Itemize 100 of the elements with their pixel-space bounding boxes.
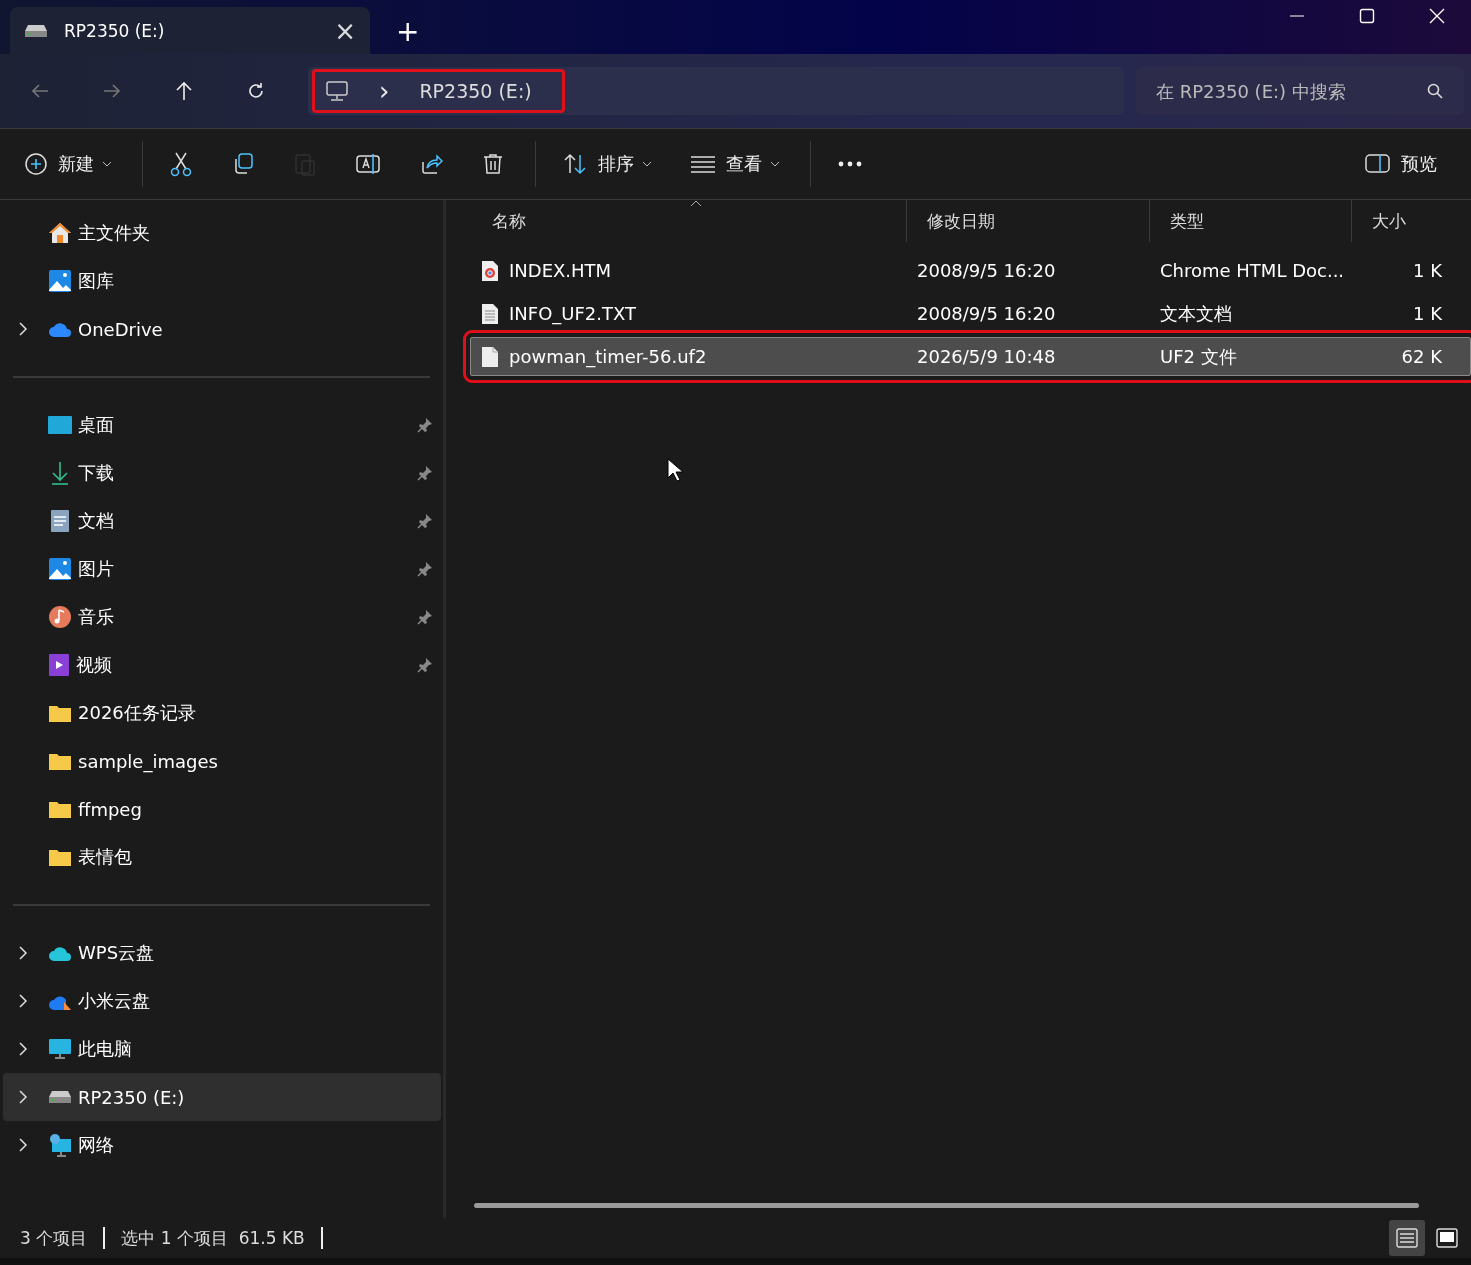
column-header[interactable]: 类型: [1150, 200, 1352, 242]
preview-pane-icon: [1436, 1228, 1458, 1248]
pin-icon[interactable]: [417, 657, 433, 673]
plus-circle-icon: [24, 152, 48, 176]
sidebar-label: 主文件夹: [78, 221, 151, 245]
chevron-icon[interactable]: [18, 1138, 28, 1152]
sidebar-item[interactable]: 此电脑: [3, 1025, 441, 1073]
column-header[interactable]: 大小: [1352, 200, 1471, 242]
sidebar-item[interactable]: 2026任务记录: [3, 689, 441, 737]
desktop-icon: [48, 415, 72, 435]
pin-icon[interactable]: [417, 465, 433, 481]
chevron-icon[interactable]: [18, 322, 28, 336]
sidebar-item[interactable]: 桌面: [3, 401, 441, 449]
sidebar-item[interactable]: 视频: [3, 641, 441, 689]
close-icon[interactable]: [1429, 8, 1445, 24]
column-header[interactable]: 名称: [472, 200, 907, 242]
sidebar-item[interactable]: 网络: [3, 1121, 441, 1169]
new-tab-button[interactable]: +: [396, 18, 420, 46]
pin-icon[interactable]: [417, 609, 433, 625]
cut-icon: [169, 151, 193, 177]
file-type: UF2 文件: [1160, 344, 1237, 369]
sidebar-label: 网络: [78, 1133, 115, 1157]
sidebar-item[interactable]: 文档: [3, 497, 441, 545]
sidebar-item[interactable]: WPS云盘: [3, 929, 441, 977]
browser-file-icon: [481, 259, 499, 282]
sidebar-item[interactable]: ffmpeg: [3, 785, 441, 833]
file-type: Chrome HTML Doc...: [1160, 260, 1345, 281]
sidebar-label: 文档: [78, 509, 115, 533]
folder-icon: [48, 703, 72, 723]
close-tab-button[interactable]: ×: [334, 17, 356, 44]
maximize-icon[interactable]: [1359, 8, 1375, 24]
chevron-icon[interactable]: [18, 1090, 28, 1104]
folder-icon: [48, 799, 72, 819]
sidebar-item[interactable]: 小米云盘: [3, 977, 441, 1025]
sidebar-label: 桌面: [78, 413, 115, 437]
tab-title: RP2350 (E:): [64, 20, 166, 41]
chevron-icon[interactable]: [18, 994, 28, 1008]
file-row[interactable]: INFO_UF2.TXT 2008/9/5 16:20 文本文档 1 K: [470, 294, 1471, 333]
sidebar-label: 图库: [78, 269, 115, 293]
picture-icon: [48, 557, 72, 581]
sidebar-item[interactable]: sample_images: [3, 737, 441, 785]
search-field[interactable]: 在 RP2350 (E:) 中搜索: [1136, 67, 1464, 115]
breadcrumb-separator[interactable]: ›: [379, 76, 390, 106]
sidebar-item[interactable]: 图库: [3, 257, 441, 305]
sort-button[interactable]: 排序: [548, 142, 666, 186]
drive-icon: [24, 23, 48, 38]
drive-icon: [48, 1090, 72, 1104]
file-name: INFO_UF2.TXT: [509, 303, 636, 324]
sidebar-label: ffmpeg: [78, 798, 143, 820]
file-date: 2008/9/5 16:20: [917, 303, 1056, 324]
sidebar-item[interactable]: 图片: [3, 545, 441, 593]
selection-info: 选中 1 个项目 61.5 KB: [121, 1226, 305, 1250]
details-icon: [1396, 1228, 1418, 1248]
trash-icon: [481, 152, 505, 176]
preview-button[interactable]: 预览: [1351, 142, 1451, 186]
chevron-icon[interactable]: [18, 1042, 28, 1056]
folder-icon: [48, 751, 72, 771]
film-icon: [48, 653, 70, 677]
folder-icon: [48, 847, 72, 867]
pin-icon[interactable]: [417, 417, 433, 433]
sidebar-item[interactable]: 表情包: [3, 833, 441, 881]
sidebar-item[interactable]: OneDrive: [3, 305, 441, 353]
new-button[interactable]: 新建: [10, 142, 126, 186]
sidebar-item[interactable]: 下载: [3, 449, 441, 497]
horizontal-scrollbar[interactable]: [474, 1203, 1419, 1208]
address-bar[interactable]: › RP2350 (E:): [308, 67, 1124, 115]
file-name: powman_timer-56.uf2: [509, 346, 707, 367]
refresh-icon[interactable]: [246, 81, 266, 101]
sidebar-label: 视频: [76, 653, 113, 677]
sidebar-label: 下载: [78, 461, 115, 485]
sidebar-label: 音乐: [78, 605, 115, 629]
file-name: INDEX.HTM: [509, 260, 612, 281]
file-row[interactable]: INDEX.HTM 2008/9/5 16:20 Chrome HTML Doc... 1 K: [470, 251, 1471, 290]
text-file-icon: [481, 302, 499, 325]
view-button[interactable]: 查看: [676, 142, 794, 186]
tab[interactable]: RP2350 (E:) ×: [10, 7, 370, 54]
monitor-icon: [48, 1038, 72, 1060]
file-icon: [481, 345, 499, 368]
file-size: 62 K: [1401, 346, 1442, 367]
sidebar-label: RP2350 (E:): [78, 1086, 186, 1108]
network-icon: [48, 1133, 72, 1157]
pin-icon[interactable]: [417, 561, 433, 577]
breadcrumb[interactable]: RP2350 (E:): [419, 80, 532, 102]
pin-icon[interactable]: [417, 513, 433, 529]
chevron-icon[interactable]: [18, 946, 28, 960]
up-icon[interactable]: [174, 81, 194, 101]
sort-icon: [562, 152, 588, 176]
more-icon: [837, 160, 863, 168]
sidebar-item[interactable]: RP2350 (E:): [3, 1073, 441, 1121]
file-type: 文本文档: [1160, 301, 1232, 326]
list-icon: [690, 154, 716, 174]
sidebar-label: WPS云盘: [78, 941, 156, 965]
sidebar-item[interactable]: 音乐: [3, 593, 441, 641]
column-header[interactable]: 修改日期: [907, 200, 1150, 242]
sidebar-item[interactable]: 主文件夹: [3, 209, 441, 257]
sidebar-label: OneDrive: [78, 318, 164, 340]
monitor-icon[interactable]: [325, 80, 349, 102]
details-view-button[interactable]: [1389, 1220, 1425, 1256]
search-icon[interactable]: [1426, 82, 1444, 100]
file-size: 1 K: [1413, 260, 1442, 281]
